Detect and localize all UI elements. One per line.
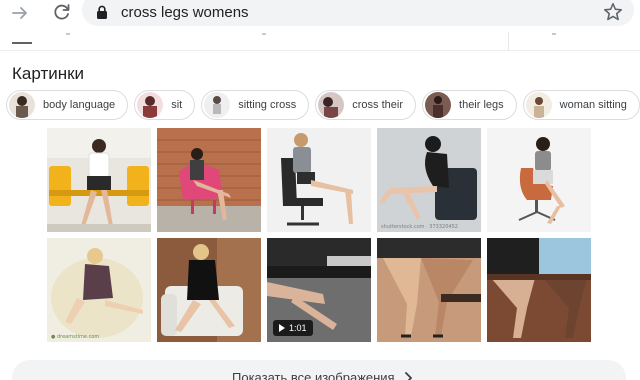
chip-label: sitting cross: [238, 99, 297, 111]
chip-thumbnail: [137, 92, 164, 118]
chip-woman-sitting[interactable]: woman sitting: [522, 90, 640, 120]
chip-label: woman sitting: [559, 99, 627, 111]
chip-label: their legs: [459, 99, 504, 111]
url-text[interactable]: cross legs womens: [121, 4, 249, 21]
tab-indicator: [12, 42, 32, 44]
chip-cross-their[interactable]: cross their: [315, 90, 417, 120]
browser-toolbar: cross legs womens: [0, 0, 640, 26]
chip-sit[interactable]: sit: [134, 90, 196, 120]
faint-mark: [66, 33, 70, 35]
image-woman-pink-chair-brick[interactable]: [157, 128, 261, 232]
forward-arrow-icon[interactable]: [10, 3, 30, 23]
lock-icon: [97, 5, 107, 19]
chip-thumbnail: [204, 92, 231, 118]
image-woman-white-armchair[interactable]: [157, 238, 261, 342]
related-search-chips: body language sit sitting cross cross th…: [6, 90, 640, 122]
play-icon: [279, 324, 285, 332]
chip-sitting-cross[interactable]: sitting cross: [201, 90, 310, 120]
faint-divider: [508, 32, 509, 50]
chip-label: body language: [43, 99, 116, 111]
show-all-images-button[interactable]: Показать все изображения: [12, 360, 626, 380]
chip-label: cross their: [352, 99, 404, 111]
reload-icon[interactable]: [52, 2, 72, 22]
image-two-women-legs[interactable]: [487, 238, 591, 342]
section-separator: [0, 50, 640, 51]
image-woman-orange-chair[interactable]: [487, 128, 591, 232]
image-woman-yellow-chairs[interactable]: [47, 128, 151, 232]
faint-mark: [262, 33, 266, 35]
image-crossed-legs-heels[interactable]: [377, 238, 481, 342]
chip-thumbnail: [9, 92, 35, 118]
video-duration: 1:01: [289, 323, 307, 333]
chip-their-legs[interactable]: their legs: [422, 90, 517, 120]
image-woman-office-chair[interactable]: [267, 128, 371, 232]
image-woman-floor-sitting[interactable]: ● dreamstime.com: [47, 238, 151, 342]
bookmark-star-icon[interactable]: [602, 1, 624, 23]
image-woman-dark-dress-seated[interactable]: shutterstock.com · 373320452: [377, 128, 481, 232]
svg-text:shutterstock.com · 373320452: shutterstock.com · 373320452: [381, 224, 458, 230]
images-section-title: Картинки: [12, 64, 85, 83]
image-legs-desk-video[interactable]: 1:01: [267, 238, 371, 342]
chip-thumbnail: [525, 92, 552, 118]
chip-body-language[interactable]: body language: [6, 90, 129, 120]
faint-mark: [552, 33, 556, 35]
chevron-right-icon: [405, 372, 412, 380]
chip-thumbnail: [318, 92, 345, 118]
chip-label: sit: [171, 99, 183, 111]
video-duration-badge: 1:01: [273, 320, 313, 336]
address-bar[interactable]: cross legs womens: [82, 0, 634, 26]
svg-text:● dreamstime.com: ● dreamstime.com: [51, 334, 99, 340]
chip-thumbnail: [425, 92, 452, 118]
show-all-label: Показать все изображения: [232, 370, 395, 380]
